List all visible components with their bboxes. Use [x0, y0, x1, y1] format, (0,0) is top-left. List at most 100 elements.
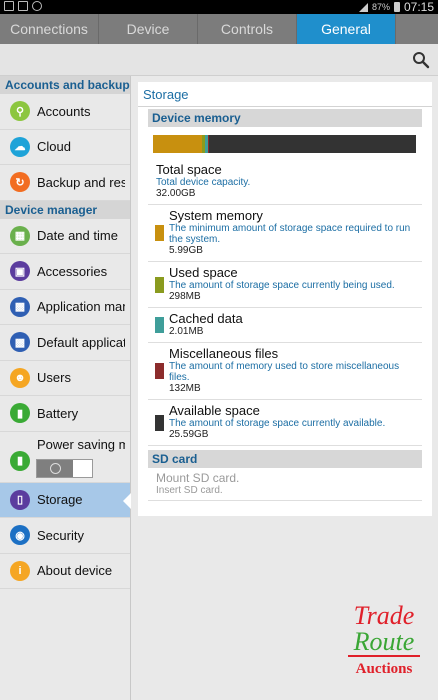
row-value: 132MB	[169, 383, 201, 394]
page-title: Storage	[138, 82, 432, 107]
miscellaneous-files-row[interactable]: Miscellaneous files The amount of memory…	[148, 343, 422, 400]
sidebar-item-label: About device	[37, 563, 113, 579]
sidebar-item-cloud[interactable]: ☁ Cloud	[0, 130, 130, 165]
settings-sidebar: Accounts and backup ⚲ Accounts ☁ Cloud ↻…	[0, 76, 131, 700]
storage-icon: ▯	[10, 489, 30, 510]
row-subtitle: Total device capacity.	[156, 177, 251, 188]
clock: 07:15	[403, 0, 434, 14]
notification-icon	[4, 1, 14, 11]
row-title: Total space	[156, 162, 222, 177]
apps-icon: ▩	[10, 296, 30, 317]
color-swatch	[155, 414, 164, 431]
cached-data-row[interactable]: Cached data 2.01MB	[148, 308, 422, 343]
power-saving-icon: ▮	[10, 450, 30, 471]
search-icon[interactable]	[412, 51, 430, 69]
total-space-row: Total space Total device capacity. 32.00…	[148, 159, 422, 205]
usage-segment-available-space	[209, 135, 416, 153]
settings-tabs: Connections Device Controls General	[0, 14, 438, 44]
sidebar-item-label: Battery	[37, 405, 79, 421]
row-subtitle: The amount of storage space currently be…	[169, 280, 395, 291]
row-subtitle: The amount of storage space currently av…	[169, 418, 386, 429]
sidebar-item-date-and-time[interactable]: ▦ Date and time	[0, 219, 130, 254]
row-value: 25.59GB	[169, 429, 209, 440]
sidebar-item-accessories[interactable]: ▣ Accessories	[0, 254, 130, 290]
row-subtitle: Insert SD card.	[156, 485, 223, 496]
sidebar-item-battery[interactable]: ▮ Battery	[0, 396, 130, 432]
accessories-icon: ▣	[10, 261, 30, 282]
sidebar-item-power-saving-mode[interactable]: ▮ Power saving mode	[0, 432, 130, 483]
row-value: 5.99GB	[169, 245, 203, 256]
row-title: System memory	[169, 208, 263, 223]
notification-icons	[4, 1, 42, 11]
sidebar-item-application-manager[interactable]: ▩ Application manager	[0, 290, 130, 325]
tab-general[interactable]: General	[297, 14, 396, 44]
row-title: Miscellaneous files	[169, 346, 279, 361]
battery-status-icon	[393, 2, 400, 12]
info-icon: i	[10, 560, 30, 581]
compass-notification-icon	[32, 1, 42, 11]
available-space-row: Available space The amount of storage sp…	[148, 400, 422, 446]
sidebar-item-label: Users	[37, 370, 71, 386]
battery-percent: 87%	[371, 2, 390, 12]
storage-usage-bar	[153, 135, 416, 153]
device-memory-header: Device memory	[148, 109, 422, 127]
sidebar-item-users[interactable]: ☻ Users	[0, 361, 130, 396]
row-title: Mount SD card.	[156, 471, 240, 485]
sidebar-item-label: Cloud	[37, 139, 71, 155]
color-swatch	[155, 317, 164, 333]
row-title: Cached data	[169, 311, 243, 326]
default-apps-icon: ▩	[10, 332, 30, 353]
sidebar-item-security[interactable]: ◉ Security	[0, 518, 130, 554]
row-title: Used space	[169, 265, 238, 280]
tabbar-filler	[396, 14, 438, 44]
section-header-device-manager: Device manager	[0, 200, 130, 219]
row-subtitle: The minimum amount of storage space requ…	[169, 223, 411, 245]
toggle-off-knob	[37, 459, 73, 477]
key-icon: ⚲	[10, 101, 30, 122]
sidebar-item-storage[interactable]: ▯ Storage	[0, 482, 131, 518]
sidebar-item-accounts[interactable]: ⚲ Accounts	[0, 94, 130, 130]
section-header-accounts: Accounts and backup	[0, 76, 130, 94]
logo-underline	[348, 655, 420, 657]
action-bar	[0, 44, 438, 76]
sd-card-header: SD card	[148, 450, 422, 468]
sidebar-item-label: Storage	[37, 492, 83, 508]
sidebar-item-label: Date and time	[37, 228, 118, 244]
row-value: 298MB	[169, 291, 201, 302]
row-title: Available space	[169, 403, 260, 418]
sidebar-item-label: Backup and reset	[37, 174, 125, 190]
color-swatch	[155, 276, 164, 293]
logo-word-route: Route	[353, 627, 415, 656]
row-value: 2.01MB	[169, 326, 204, 337]
sidebar-item-default-applications[interactable]: ▩ Default applications	[0, 325, 130, 361]
calendar-icon: ▦	[10, 225, 30, 246]
system-memory-row: System memory The minimum amount of stor…	[148, 205, 422, 262]
tab-controls[interactable]: Controls	[198, 14, 297, 44]
sidebar-item-label: Application manager	[37, 299, 125, 315]
tab-device[interactable]: Device	[99, 14, 198, 44]
logo-word-auctions: Auctions	[356, 661, 413, 677]
sidebar-item-label: Accounts	[37, 103, 91, 119]
mount-sd-card-row[interactable]: Mount SD card. Insert SD card.	[148, 468, 422, 501]
sidebar-item-label: Security	[37, 527, 84, 543]
sidebar-item-about-device[interactable]: i About device	[0, 554, 130, 589]
sidebar-item-label: Accessories	[37, 263, 108, 279]
image-notification-icon	[18, 1, 28, 11]
sidebar-item-label: Power saving mode	[37, 436, 125, 452]
lock-icon: ◉	[10, 525, 30, 546]
backup-icon: ↻	[10, 172, 30, 193]
color-swatch	[155, 225, 164, 241]
row-value: 32.00GB	[156, 188, 196, 199]
used-space-row: Used space The amount of storage space c…	[148, 262, 422, 308]
status-bar: 87% 07:15	[0, 0, 438, 14]
sidebar-item-backup-and-reset[interactable]: ↻ Backup and reset	[0, 165, 130, 201]
logo-word-trade: Trade	[354, 601, 415, 630]
row-subtitle: The amount of memory used to store misce…	[169, 361, 400, 383]
sidebar-item-label: Default applications	[37, 334, 125, 350]
trade-route-auctions-logo: Trade Route Auctions	[348, 601, 420, 677]
usage-segment-system-memory	[153, 135, 203, 153]
tab-connections[interactable]: Connections	[0, 14, 99, 44]
power-saving-toggle[interactable]	[36, 458, 93, 478]
battery-icon: ▮	[10, 403, 30, 424]
color-swatch	[155, 363, 164, 379]
